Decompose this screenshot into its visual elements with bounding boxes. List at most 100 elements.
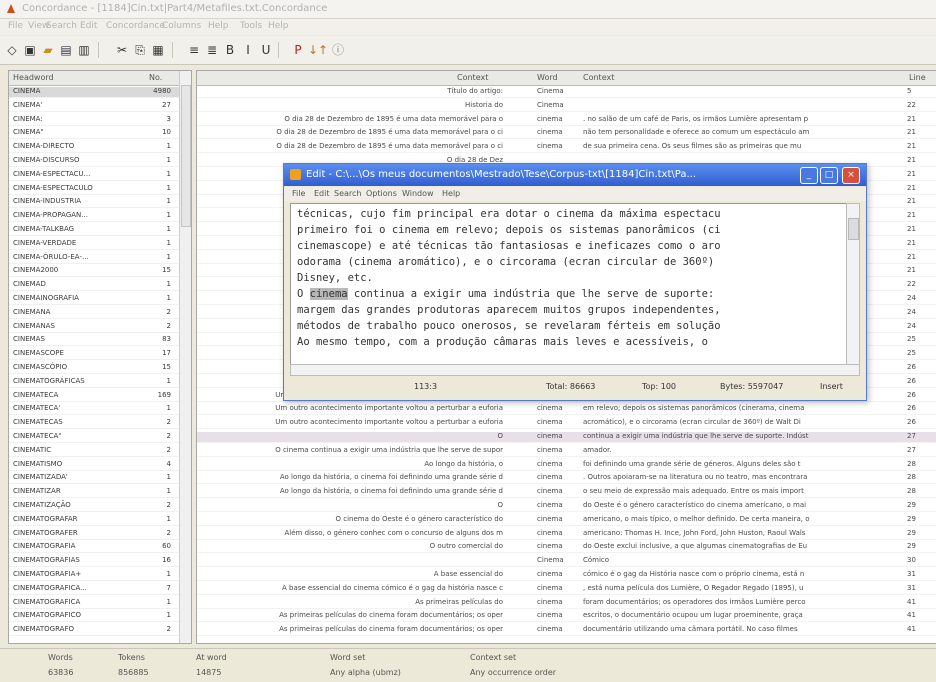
edit-horizontal-scrollbar[interactable] bbox=[290, 364, 860, 376]
menu-item[interactable]: Concordance bbox=[106, 21, 165, 31]
italic-icon[interactable]: I bbox=[240, 42, 256, 58]
close-icon[interactable]: × bbox=[842, 167, 860, 184]
headword-row[interactable]: CINEMA: 3 bbox=[9, 115, 179, 126]
concordance-row[interactable]: Um outro acontecimento importante voltou… bbox=[197, 404, 936, 416]
menu-item[interactable]: Help bbox=[268, 21, 289, 31]
print-preview-icon[interactable]: ▥ bbox=[76, 42, 92, 58]
edit-menu-item[interactable]: File bbox=[292, 189, 305, 198]
concordance-row[interactable]: Ao longo da história, o cinema foi definin… bbox=[197, 460, 936, 471]
concordance-row[interactable]: O dia 28 de Dezembro de 1895 é uma data … bbox=[197, 142, 936, 154]
headword-row[interactable]: CINEMASCOPE 17 bbox=[9, 349, 179, 361]
headword-row[interactable]: CINEMAS 83 bbox=[9, 335, 179, 347]
edit-menu-item[interactable]: Window bbox=[402, 189, 434, 198]
open-icon[interactable]: ◇ bbox=[4, 42, 20, 58]
edit-menu-item[interactable]: Help bbox=[442, 189, 460, 198]
headword-row[interactable]: CINEMATOGRAFIAS 16 bbox=[9, 556, 179, 568]
headword-row[interactable]: CINEMATOGRAFICO 1 bbox=[9, 611, 179, 623]
cut-icon[interactable]: ✂ bbox=[114, 42, 130, 58]
concordance-row[interactable]: O dia 28 de Dezembro de 1895 é uma data … bbox=[197, 115, 936, 126]
concordance-row[interactable]: O outro comercial do cinema do Oeste exclu… bbox=[197, 542, 936, 554]
headword-row[interactable]: CINEMA-ESPECTACULO 1 bbox=[9, 184, 179, 195]
headword-row[interactable]: CINEMANAS 2 bbox=[9, 322, 179, 333]
headword-row[interactable]: CINEMA-ÓRULO-EA-... 1 bbox=[9, 253, 179, 264]
headword-row[interactable]: CINEMA-VERDADE 1 bbox=[9, 239, 179, 250]
concordance-row[interactable]: Cinema Cómico 30 bbox=[197, 556, 936, 568]
concordance-row[interactable]: A base essencial do cinema cómico é o ga… bbox=[197, 584, 936, 595]
menu-item[interactable]: Help bbox=[208, 21, 229, 31]
concordance-row[interactable]: Além disso, o género conhec com o concur… bbox=[197, 529, 936, 540]
headword-row[interactable]: CINEMATOGRÁFICAS 1 bbox=[9, 377, 179, 388]
headword-row[interactable]: CINEMATISMO 4 bbox=[9, 460, 179, 471]
concordance-row[interactable]: A base essencial do cinema cómico é o gag … bbox=[197, 570, 936, 581]
save-icon[interactable]: ▤ bbox=[58, 42, 74, 58]
headword-row[interactable]: CINEMA" 10 bbox=[9, 128, 179, 140]
concordance-row[interactable]: O dia 28 de Dezembro de 1895 é uma data … bbox=[197, 128, 936, 140]
folder-icon[interactable]: ▰ bbox=[40, 42, 56, 58]
concordance-row[interactable]: As primeiras películas do cinema foram d… bbox=[197, 625, 936, 637]
headword-row[interactable]: CINEMA-DISCURSO 1 bbox=[9, 156, 179, 167]
headword-row[interactable]: CINEMATOGRAFER 2 bbox=[9, 529, 179, 540]
print-icon[interactable]: ▣ bbox=[22, 42, 38, 58]
edit-menu-item[interactable]: Options bbox=[366, 189, 397, 198]
headword-row[interactable]: CINEMA-DIRECTO 1 bbox=[9, 142, 179, 154]
menu-item[interactable]: Search bbox=[46, 21, 77, 31]
headword-row[interactable]: CINEMATOGRAFAR 1 bbox=[9, 515, 179, 526]
headword-row[interactable]: CINEMATIZADA' 1 bbox=[9, 473, 179, 485]
maximize-icon[interactable]: □ bbox=[820, 167, 838, 184]
headword-row[interactable]: CINEMASCÓPIO 15 bbox=[9, 363, 179, 374]
headword-row[interactable]: CINEMATECA' 1 bbox=[9, 404, 179, 416]
headword-row[interactable]: CINEMATECA 169 bbox=[9, 391, 179, 402]
edit-text-area[interactable]: técnicas, cujo fim principal era dotar o… bbox=[290, 203, 847, 365]
headword-row[interactable]: CINEMA' 27 bbox=[9, 101, 179, 112]
minimize-icon[interactable]: _ bbox=[800, 167, 818, 184]
headword-row[interactable]: CINEMATOGRAFO 2 bbox=[9, 625, 179, 637]
menu-item[interactable]: File bbox=[8, 21, 23, 31]
headword-row[interactable]: CINEMA-INDUSTRIA 1 bbox=[9, 197, 179, 209]
headword-row[interactable]: CINEMANA 2 bbox=[9, 308, 179, 319]
headword-row[interactable]: CINEMATOGRAFIA 60 bbox=[9, 542, 179, 554]
headword-row[interactable]: CINEMA 4980 bbox=[9, 87, 179, 98]
headword-scroll-thumb[interactable] bbox=[181, 85, 191, 227]
headword-list-scrollbar[interactable] bbox=[179, 71, 191, 643]
edit-vertical-scrollbar[interactable] bbox=[846, 203, 860, 365]
menu-item[interactable]: Edit bbox=[80, 21, 97, 31]
paste-icon[interactable]: ▦ bbox=[150, 42, 166, 58]
paragraph-icon[interactable]: P bbox=[290, 42, 306, 58]
headword-row[interactable]: CINEMATOGRAFICA 1 bbox=[9, 598, 179, 609]
headword-row[interactable]: CINEMATECAS 2 bbox=[9, 418, 179, 430]
headword-row[interactable]: CINEMATECA" 2 bbox=[9, 432, 179, 443]
menu-item[interactable]: Columns bbox=[162, 21, 201, 31]
sort-icon[interactable]: ↓↑ bbox=[308, 42, 328, 58]
help-icon[interactable]: ⓘ bbox=[330, 42, 346, 58]
concordance-row[interactable]: As primeiras películas do cinema foram d… bbox=[197, 611, 936, 623]
concordance-row[interactable]: Ocinema continua a exigir uma indústria q… bbox=[197, 432, 936, 443]
headword-list-panel[interactable]: Headword No. CINEMA 4980 CINEMA' 27 CINEMA: 3… bbox=[8, 70, 192, 644]
concordance-row[interactable]: Título do artigo: Cinema 5 bbox=[197, 87, 936, 98]
concordance-row[interactable]: Ao longo da história, o cinema foi defin… bbox=[197, 487, 936, 499]
headword-row[interactable]: CINEMA2000 15 bbox=[9, 266, 179, 278]
headword-row[interactable]: CINEMA-TALKBAG 1 bbox=[9, 225, 179, 236]
concordance-row[interactable]: Ocinema do Oeste é o género característic… bbox=[197, 501, 936, 512]
headword-row[interactable]: CINEMATIC 2 bbox=[9, 446, 179, 457]
align-left-icon[interactable]: ≡ bbox=[186, 42, 202, 58]
concordance-row[interactable]: As primeiras películas do cinema foram doc… bbox=[197, 598, 936, 609]
word-header[interactable]: Word bbox=[537, 73, 558, 82]
underline-icon[interactable]: U bbox=[258, 42, 274, 58]
concordance-row[interactable]: Historia do Cinema 22 bbox=[197, 101, 936, 112]
align-center-icon[interactable]: ≣ bbox=[204, 42, 220, 58]
edit-menu-item[interactable]: Search bbox=[334, 189, 361, 198]
copy-icon[interactable]: ⎘ bbox=[132, 42, 148, 58]
concordance-row[interactable]: Um outro acontecimento importante voltou… bbox=[197, 418, 936, 430]
headword-row[interactable]: CINEMATOGRAFICA... 7 bbox=[9, 584, 179, 595]
headword-row[interactable]: CINEMA-PROPAGAN... 1 bbox=[9, 211, 179, 223]
headword-row[interactable]: CINEMA-ESPECTACU... 1 bbox=[9, 170, 179, 181]
edit-menu-item[interactable]: Edit bbox=[314, 189, 330, 198]
headword-column-header[interactable]: Headword bbox=[13, 73, 54, 82]
edit-dialog-titlebar[interactable]: Edit - C:\...\Os meus documentos\Mestrad… bbox=[284, 164, 866, 186]
headword-row[interactable]: CINEMAINOGRAFIA 1 bbox=[9, 294, 179, 305]
concordance-row[interactable]: O cinema continua a exigir uma indústria… bbox=[197, 446, 936, 457]
concordance-row[interactable]: Ao longo da história, o cinema foi defin… bbox=[197, 473, 936, 485]
headword-row[interactable]: CINEMATIZAR 1 bbox=[9, 487, 179, 499]
headword-row[interactable]: CINEMATOGRAFIA+ 1 bbox=[9, 570, 179, 581]
concordance-row[interactable]: O cinema do Oeste é o género característ… bbox=[197, 515, 936, 526]
